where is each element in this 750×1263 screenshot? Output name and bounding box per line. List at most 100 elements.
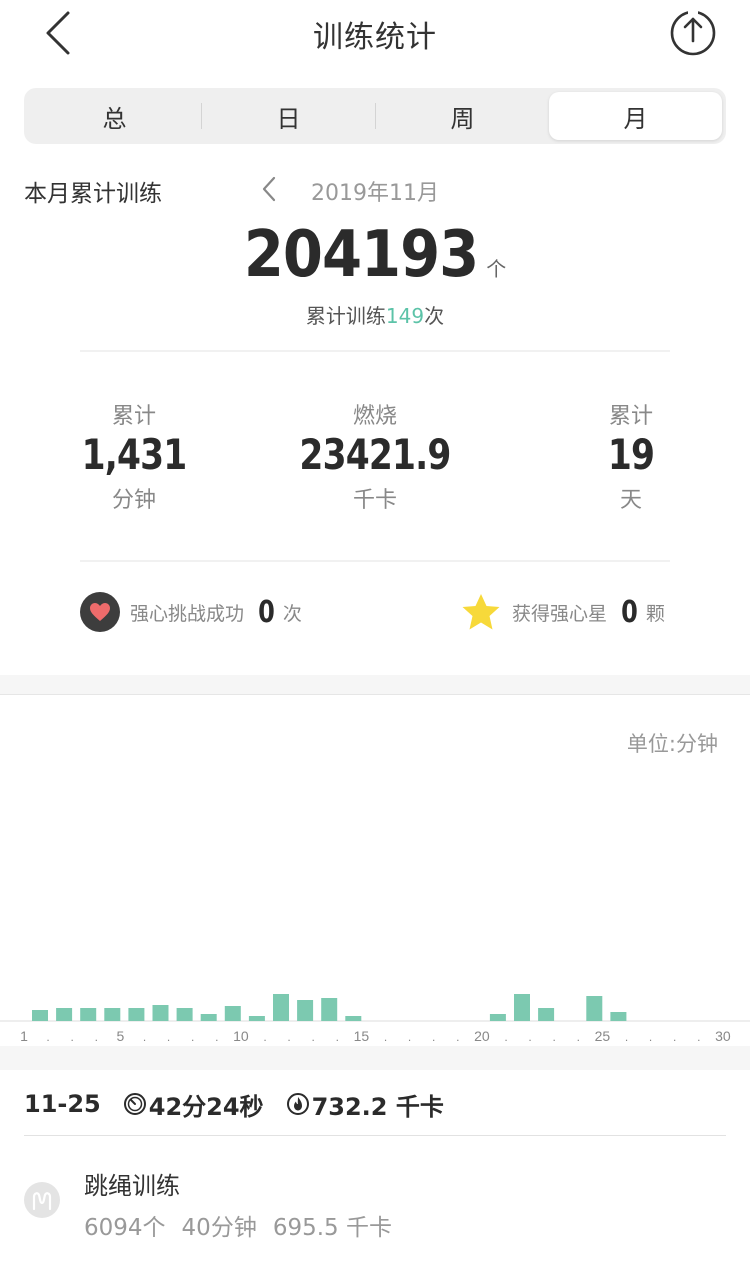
chart-tick-dot: . <box>95 1030 98 1044</box>
chart-tick-dot: . <box>528 1030 531 1044</box>
selected-calories-text: 732.2 千卡 <box>311 1092 444 1121</box>
record-count: 6094个 <box>84 1215 166 1241</box>
chevron-left-icon <box>262 176 276 202</box>
chart-tick-dot: . <box>553 1030 556 1044</box>
tab-label: 日 <box>276 104 301 133</box>
chart-bar-day-5[interactable] <box>128 1008 145 1021</box>
stat-unit: 千卡 <box>352 488 397 513</box>
chart-bar-day-20[interactable] <box>489 1014 506 1021</box>
tab-label: 周 <box>450 104 475 133</box>
chart-bar-day-10[interactable] <box>248 1016 265 1021</box>
chart-bar-day-6[interactable] <box>152 1005 169 1021</box>
share-button[interactable] <box>668 8 718 58</box>
chart-bar-day-24[interactable] <box>586 996 603 1021</box>
tab-month[interactable]: 月 <box>549 92 722 140</box>
badge-unit: 次 <box>282 602 302 625</box>
selected-day-summary: 11-25 42分24秒 732.2 千卡 <box>24 1087 466 1122</box>
tab-week[interactable]: 周 <box>376 92 549 140</box>
stat-days: 累计 19 天 <box>531 398 731 514</box>
stat-caption: 累计 <box>608 404 653 429</box>
chart-tick-label: 10 <box>233 1028 249 1044</box>
month-label: 2019年11月 <box>311 181 439 206</box>
tab-label: 总 <box>102 104 127 133</box>
sessions-count: 149 <box>385 304 425 328</box>
heart-icon <box>90 603 110 621</box>
chart-tick-label: 15 <box>354 1028 370 1044</box>
stat-caption: 燃烧 <box>352 404 397 429</box>
chart-bar-day-13[interactable] <box>321 998 338 1021</box>
badge-label: 强心挑战成功 <box>130 602 245 625</box>
page-title: 训练统计 <box>313 20 437 55</box>
stat-calories: 燃烧 23421.9 千卡 <box>275 398 475 514</box>
star-icon <box>462 594 500 630</box>
chart-tick-dot: . <box>336 1030 339 1044</box>
chart-tick-label: 30 <box>715 1028 731 1044</box>
stat-unit: 分钟 <box>111 488 156 513</box>
chart-tick-dot: . <box>46 1030 49 1044</box>
chart-tick-dot: . <box>263 1030 266 1044</box>
chart-tick-label: 25 <box>595 1028 611 1044</box>
chart-tick-label: 1 <box>20 1028 28 1044</box>
stat-unit: 天 <box>619 488 642 513</box>
chart-tick-dot: . <box>408 1030 411 1044</box>
chart-tick-dot: . <box>673 1030 676 1044</box>
heart-star-badge: 获得强心星 0 颗 <box>460 590 665 634</box>
badge-label: 获得强心星 <box>512 602 608 625</box>
chart-tick-dot: . <box>287 1030 290 1044</box>
chart-bar-day-21[interactable] <box>514 994 530 1021</box>
chart-bar-day-4[interactable] <box>104 1008 121 1021</box>
tab-label: 月 <box>623 104 648 133</box>
badge-unit: 颗 <box>645 602 665 625</box>
chart-tick-dot: . <box>143 1030 146 1044</box>
record-title: 跳绳训练 <box>84 1172 180 1200</box>
chart-tick-dot: . <box>167 1030 170 1044</box>
sessions-prefix: 累计训练 <box>305 304 386 328</box>
chart-tick-dot: . <box>697 1030 700 1044</box>
sessions-suffix: 次 <box>424 304 445 328</box>
badge-value: 0 <box>258 594 275 630</box>
stat-value: 1,431 <box>81 430 188 479</box>
divider <box>80 350 670 352</box>
chart-bar-day-7[interactable] <box>176 1008 193 1021</box>
chart-bar-day-9[interactable] <box>224 1006 241 1021</box>
badge-value: 0 <box>621 594 638 630</box>
chart-bar-day-1[interactable] <box>32 1010 48 1021</box>
chart-bar-day-2[interactable] <box>56 1008 73 1021</box>
tab-total[interactable]: 总 <box>28 92 201 140</box>
stat-caption: 累计 <box>111 404 156 429</box>
stopwatch-icon <box>123 1093 146 1115</box>
chart-bar-day-14[interactable] <box>345 1016 362 1021</box>
stat-value: 23421.9 <box>299 430 451 479</box>
chart-tick-dot: . <box>577 1030 580 1044</box>
chart-tick-dot: . <box>384 1030 387 1044</box>
total-number: 204193 <box>243 218 479 292</box>
chart-bar-day-11[interactable] <box>273 994 289 1021</box>
chart-tick-dot: . <box>504 1030 507 1044</box>
jump-rope-icon <box>32 1192 52 1211</box>
selected-duration: 42分24秒 <box>123 1087 264 1122</box>
section-separator <box>0 1046 750 1070</box>
chart-tick-dot: . <box>215 1030 218 1044</box>
total-count: 204193 个 <box>0 218 750 292</box>
chart-bar-day-12[interactable] <box>297 1000 314 1021</box>
chart-bar-day-3[interactable] <box>80 1008 97 1021</box>
chart-bar-day-8[interactable] <box>200 1014 217 1021</box>
jump-rope-record-icon-wrap <box>24 1182 60 1218</box>
sessions-text: 累计训练149次 <box>0 300 750 329</box>
chart-tick-label: 5 <box>117 1028 125 1044</box>
chart-bar-day-25[interactable] <box>610 1012 627 1021</box>
chart-tick-dot: . <box>456 1030 459 1044</box>
nav-bar: 训练统计 <box>0 0 750 66</box>
share-upload-icon <box>670 8 716 56</box>
total-unit: 个 <box>486 257 507 281</box>
tab-day[interactable]: 日 <box>202 92 375 140</box>
selected-date: 11-25 <box>24 1090 101 1118</box>
heart-challenge-badge: 强心挑战成功 0 次 <box>80 590 302 634</box>
selected-date-text: 11-25 <box>24 1090 101 1118</box>
summary-label: 本月累计训练 <box>24 181 162 207</box>
chart-bar-day-22[interactable] <box>538 1008 555 1021</box>
chart-tick-dot: . <box>625 1030 628 1044</box>
chart-unit-label: 单位:分钟 <box>626 732 718 756</box>
chart-tick-dot: . <box>191 1030 194 1044</box>
previous-month-button[interactable] <box>258 174 282 204</box>
